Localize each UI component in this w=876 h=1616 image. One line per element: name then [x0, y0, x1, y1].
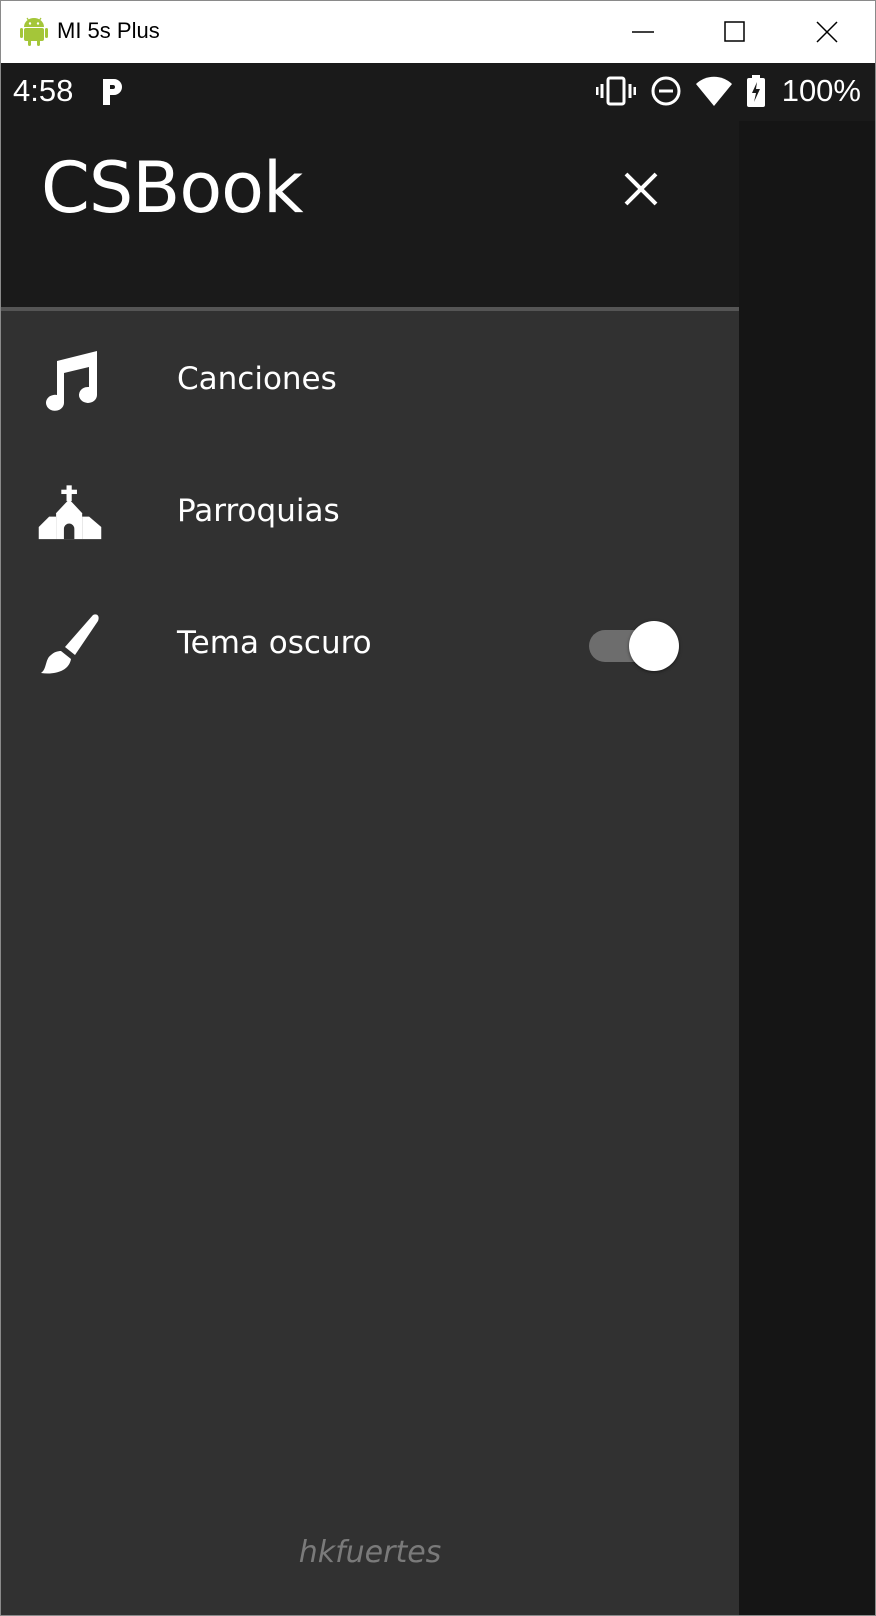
- emulator-window: MI 5s Plus 4:58 100% CSBook Canciones Pa…: [0, 0, 876, 1616]
- parking-p-icon: [103, 79, 122, 105]
- status-icons: 100%: [595, 73, 861, 109]
- window-title: MI 5s Plus: [57, 18, 160, 43]
- minimize-icon: [632, 31, 654, 33]
- dark-theme-toggle[interactable]: [589, 621, 679, 671]
- menu-item-label: Tema oscuro: [177, 625, 372, 661]
- vibrate-icon: [595, 76, 636, 106]
- drawer-close-button[interactable]: [613, 161, 669, 217]
- music-note-icon: [46, 351, 97, 411]
- navigation-drawer: CSBook Canciones Parroquias Tema oscuro …: [1, 121, 739, 1615]
- close-icon: [624, 172, 658, 206]
- menu-item-parroquias[interactable]: Parroquias: [1, 447, 739, 579]
- church-icon: [38, 485, 102, 540]
- battery-percentage: 100%: [781, 73, 861, 108]
- android-icon: [20, 17, 48, 46]
- window-close-button[interactable]: [781, 1, 873, 63]
- window-titlebar[interactable]: MI 5s Plus: [1, 1, 875, 63]
- drawer-title: CSBook: [41, 147, 304, 229]
- toggle-thumb: [629, 621, 679, 671]
- drawer-header: CSBook: [1, 121, 739, 311]
- status-bar: 4:58 100%: [1, 63, 875, 121]
- status-time: 4:58: [13, 73, 74, 108]
- do-not-disturb-icon: [651, 76, 681, 106]
- menu-item-label: Canciones: [177, 361, 337, 397]
- maximize-button[interactable]: [689, 1, 781, 63]
- menu-item-tema-oscuro[interactable]: Tema oscuro: [1, 579, 739, 711]
- menu-item-label: Parroquias: [177, 493, 340, 529]
- menu-item-canciones[interactable]: Canciones: [1, 315, 739, 447]
- paintbrush-icon: [41, 614, 99, 674]
- battery-charging-icon: [746, 75, 765, 107]
- wifi-icon: [695, 76, 732, 106]
- footer-credit: hkfuertes: [298, 1535, 442, 1570]
- maximize-icon: [724, 21, 745, 42]
- minimize-button[interactable]: [597, 1, 689, 63]
- close-icon: [816, 21, 838, 43]
- phone-screen: 4:58 100% CSBook Canciones Parroquias Te…: [1, 63, 875, 1615]
